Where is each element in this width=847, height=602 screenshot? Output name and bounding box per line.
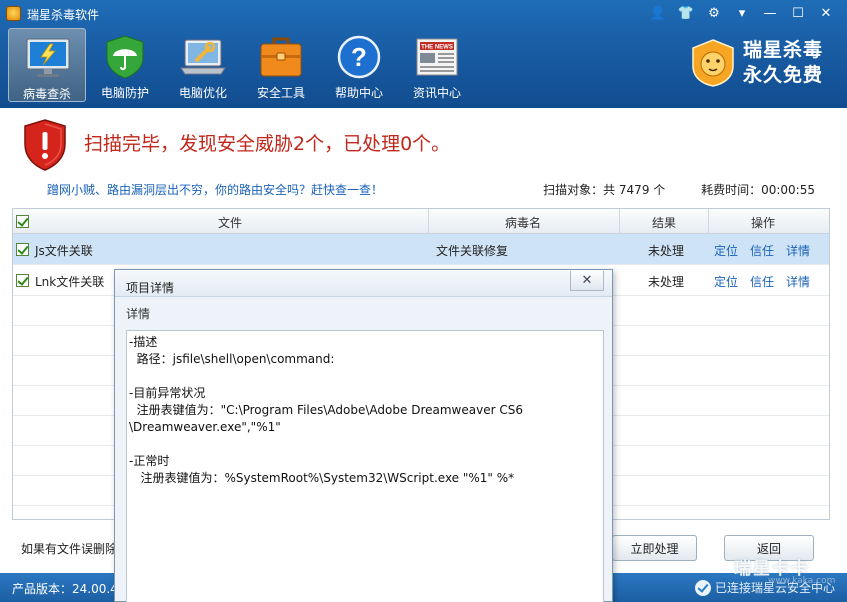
cloud-check-icon [694, 579, 711, 596]
table-header: 文件 病毒名 结果 操作 [13, 209, 829, 234]
table-row[interactable]: Js文件关联 文件关联修复 未处理 定位 信任 详情 [13, 234, 829, 265]
nav-item-help[interactable]: ? 帮助中心 [320, 28, 398, 102]
col-header-action: 操作 [751, 216, 776, 230]
nav-label: 帮助中心 [334, 86, 383, 100]
back-button[interactable]: 返回 [724, 535, 814, 561]
umbrella-shield-icon [106, 35, 144, 79]
detail-text-box[interactable]: -描述 路径：jsfile\shell\open\command: -目前异常状… [126, 330, 604, 602]
toolbox-icon [260, 37, 302, 77]
nav-label: 电脑优化 [178, 86, 227, 100]
column-divider [428, 209, 429, 234]
select-all-checkbox[interactable] [16, 215, 29, 228]
row-checkbox[interactable] [16, 274, 29, 287]
column-divider [619, 209, 620, 234]
maximize-icon[interactable]: ☐ [785, 3, 811, 23]
nav-item-optimize[interactable]: 电脑优化 [164, 28, 242, 102]
laptop-wrench-icon [180, 39, 226, 75]
dialog-title: 项目详情 [126, 281, 175, 295]
main-nav: 病毒查杀 电脑防护 电脑优化 安全工具 ? 帮助中心 THE NEWS 资讯中心 [8, 28, 476, 102]
col-header-result: 结果 [652, 216, 677, 230]
detail-link[interactable]: 详情 [786, 242, 810, 259]
newspaper-masthead: THE NEWS [421, 45, 453, 51]
nav-item-tools[interactable]: 安全工具 [242, 28, 320, 102]
scan-result-title: 扫描完毕，发现安全威胁2个，已处理0个。 [84, 133, 451, 155]
menu-icon[interactable]: ▾ [729, 3, 755, 23]
promo-line-1: 瑞星杀毒 [743, 39, 824, 61]
app-logo-icon [6, 6, 21, 21]
trust-link[interactable]: 信任 [750, 242, 774, 259]
row-result: 未处理 [648, 275, 685, 289]
detail-line: -正常时 [129, 454, 170, 468]
scan-status-panel: 扫描完毕，发现安全威胁2个，已处理0个。 蹭网小贼、路由漏洞层出不穷，你的路由安… [0, 108, 847, 208]
detail-line: -目前异常状况 [129, 386, 206, 400]
column-divider [708, 209, 709, 234]
settings-icon[interactable]: ⚙ [701, 3, 727, 23]
locate-link[interactable]: 定位 [714, 242, 738, 259]
lion-logo-icon [692, 39, 734, 87]
router-security-link[interactable]: 蹭网小贼、路由漏洞层出不穷，你的路由安全吗？赶快查一查！ [47, 181, 383, 198]
scan-elapsed-time: 耗费时间：00:00:55 [701, 183, 815, 197]
app-title: 瑞星杀毒软件 [27, 8, 100, 22]
nav-item-virus-scan[interactable]: 病毒查杀 [8, 28, 86, 102]
help-icon: ? [337, 35, 381, 79]
dialog-header: 项目详情 ✕ [115, 270, 612, 297]
process-now-button[interactable]: 立即处理 [612, 535, 697, 561]
restore-hint: 如果有文件误删除 [21, 542, 118, 556]
nav-label: 电脑防护 [100, 86, 149, 100]
trust-link[interactable]: 信任 [750, 273, 774, 290]
row-file: Js文件关联 [35, 244, 93, 258]
product-version: 产品版本：24.00.4 [12, 582, 118, 596]
item-detail-dialog: 项目详情 ✕ 详情 -描述 路径：jsfile\shell\open\comma… [114, 269, 613, 602]
promo-line-2: 永久免费 [743, 64, 824, 86]
svg-text:?: ? [351, 42, 367, 72]
nav-item-protection[interactable]: 电脑防护 [86, 28, 164, 102]
nav-label: 病毒查杀 [22, 87, 71, 101]
promo-badge: 瑞星杀毒 永久免费 [689, 36, 835, 92]
skin-icon[interactable]: 👕 [673, 3, 699, 23]
title-row: 瑞星杀毒软件 👤 👕 ⚙ ▾ — ☐ ✕ [0, 0, 847, 28]
detail-line: \Dreamweaver.exe","%1" [129, 420, 281, 434]
detail-line: 注册表键值为："C:\Program Files\Adobe\Adobe Dre… [129, 403, 523, 417]
promo-text: 瑞星杀毒 永久免费 [743, 38, 823, 88]
dialog-close-icon[interactable]: ✕ [570, 271, 604, 291]
nav-label: 安全工具 [256, 86, 305, 100]
warning-shield-icon [24, 119, 66, 171]
detail-line [129, 368, 601, 385]
close-icon[interactable]: ✕ [813, 3, 839, 23]
nav-item-news[interactable]: THE NEWS 资讯中心 [398, 28, 476, 102]
row-checkbox[interactable] [16, 243, 29, 256]
minimize-icon[interactable]: — [757, 3, 783, 23]
locate-link[interactable]: 定位 [714, 273, 738, 290]
newspaper-icon: THE NEWS [416, 38, 458, 76]
row-result: 未处理 [648, 244, 685, 258]
nav-label: 资讯中心 [412, 86, 461, 100]
monitor-lightning-icon [26, 38, 70, 77]
scan-meta: 扫描对象：共 7479 个 耗费时间：00:00:55 [511, 181, 815, 198]
detail-line: 注册表键值为：%SystemRoot%\System32\WScript.exe… [129, 471, 515, 485]
cloud-status: 已连接瑞星云安全中心 [694, 579, 835, 596]
scan-objects-count: 扫描对象：共 7479 个 [543, 183, 666, 197]
row-virus: 文件关联修复 [436, 244, 509, 258]
col-header-virus: 病毒名 [505, 216, 542, 230]
col-header-file: 文件 [218, 216, 243, 230]
dialog-subtitle: 详情 [126, 307, 151, 321]
row-file: Lnk文件关联 [35, 275, 105, 289]
window-controls: 👤 👕 ⚙ ▾ — ☐ ✕ [645, 3, 839, 23]
detail-line [129, 436, 601, 453]
detail-line: -描述 [129, 335, 158, 349]
header-bar: 瑞星杀毒软件 👤 👕 ⚙ ▾ — ☐ ✕ 病毒查杀 电脑防护 电脑优化 安全工具… [0, 0, 847, 108]
detail-link[interactable]: 详情 [786, 273, 810, 290]
cloud-status-text: 已连接瑞星云安全中心 [714, 581, 835, 595]
user-icon[interactable]: 👤 [645, 3, 671, 23]
detail-line: 路径：jsfile\shell\open\command: [129, 352, 335, 366]
